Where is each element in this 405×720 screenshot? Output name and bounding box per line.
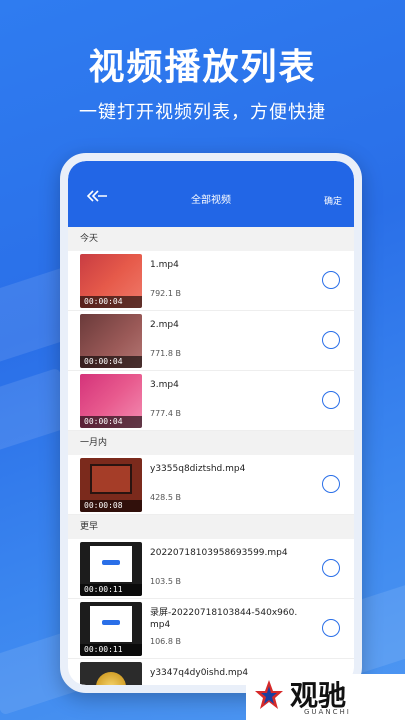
thumbnail-content (90, 606, 132, 642)
page-title: 全部视频 (191, 195, 231, 206)
duration-label: 00:00:08 (80, 500, 142, 512)
select-radio[interactable] (322, 559, 340, 577)
video-name: 3.mp4 (150, 380, 179, 390)
thumbnail-content (102, 620, 120, 625)
video-size: 792.1 B (150, 289, 181, 298)
video-thumbnail: 00:00:04 (80, 314, 142, 368)
duration-label: 00:00:04 (80, 356, 142, 368)
video-name: y3355q8diztshd.mp4 (150, 464, 246, 474)
thumbnail-content (90, 464, 132, 494)
video-size: 771.8 B (150, 349, 181, 358)
section-header-earlier: 更早 (68, 515, 354, 539)
video-name: 1.mp4 (150, 260, 179, 270)
select-radio[interactable] (322, 271, 340, 289)
list-item[interactable]: 00:00:04 3.mp4 777.4 B (68, 371, 354, 431)
thumbnail-content (90, 546, 132, 582)
watermark: 观驰 GUANCHI (246, 674, 405, 720)
video-thumbnail (80, 662, 142, 685)
phone-frame: 全部视频 确定 今天 00:00:04 1.mp4 792.1 B 00:00:… (60, 153, 362, 693)
video-size: 428.5 B (150, 493, 181, 502)
video-name: 2.mp4 (150, 320, 179, 330)
duration-label: 00:00:11 (80, 584, 142, 596)
list-item[interactable]: 00:00:11 20220718103958693599.mp4 103.5 … (68, 539, 354, 599)
video-thumbnail: 00:00:04 (80, 374, 142, 428)
list-item[interactable]: 00:00:04 2.mp4 771.8 B (68, 311, 354, 371)
video-name: 录屏-20220718103844-540x960.mp4 (150, 608, 298, 630)
video-thumbnail: 00:00:11 (80, 602, 142, 656)
duration-label: 00:00:04 (80, 416, 142, 428)
video-thumbnail: 00:00:08 (80, 458, 142, 512)
confirm-button[interactable]: 确定 (324, 194, 342, 207)
thumbnail-content (96, 672, 126, 685)
duration-label: 00:00:11 (80, 644, 142, 656)
section-header-today: 今天 (68, 227, 354, 251)
select-radio[interactable] (322, 391, 340, 409)
select-radio[interactable] (322, 331, 340, 349)
video-size: 106.8 B (150, 637, 181, 646)
video-size: 777.4 B (150, 409, 181, 418)
hero-subtitle: 一键打开视频列表，方便快捷 (79, 102, 326, 123)
list-item[interactable]: 00:00:08 y3355q8diztshd.mp4 428.5 B (68, 455, 354, 515)
video-name: 20220718103958693599.mp4 (150, 548, 288, 558)
video-thumbnail: 00:00:11 (80, 542, 142, 596)
app-screen: 全部视频 确定 今天 00:00:04 1.mp4 792.1 B 00:00:… (68, 161, 354, 685)
select-radio[interactable] (322, 475, 340, 493)
app-top-bar: 全部视频 确定 (68, 161, 354, 227)
list-item[interactable]: 00:00:11 录屏-20220718103844-540x960.mp4 1… (68, 599, 354, 659)
duration-label: 00:00:04 (80, 296, 142, 308)
thumbnail-content (102, 560, 120, 565)
watermark-sub: GUANCHI (304, 708, 351, 716)
hero-title: 视频播放列表 (88, 47, 317, 88)
video-size: 103.5 B (150, 577, 181, 586)
select-radio[interactable] (322, 619, 340, 637)
section-header-month: 一月内 (68, 431, 354, 455)
video-thumbnail: 00:00:04 (80, 254, 142, 308)
list-item[interactable]: 00:00:04 1.mp4 792.1 B (68, 251, 354, 311)
star-logo-icon (255, 680, 283, 709)
